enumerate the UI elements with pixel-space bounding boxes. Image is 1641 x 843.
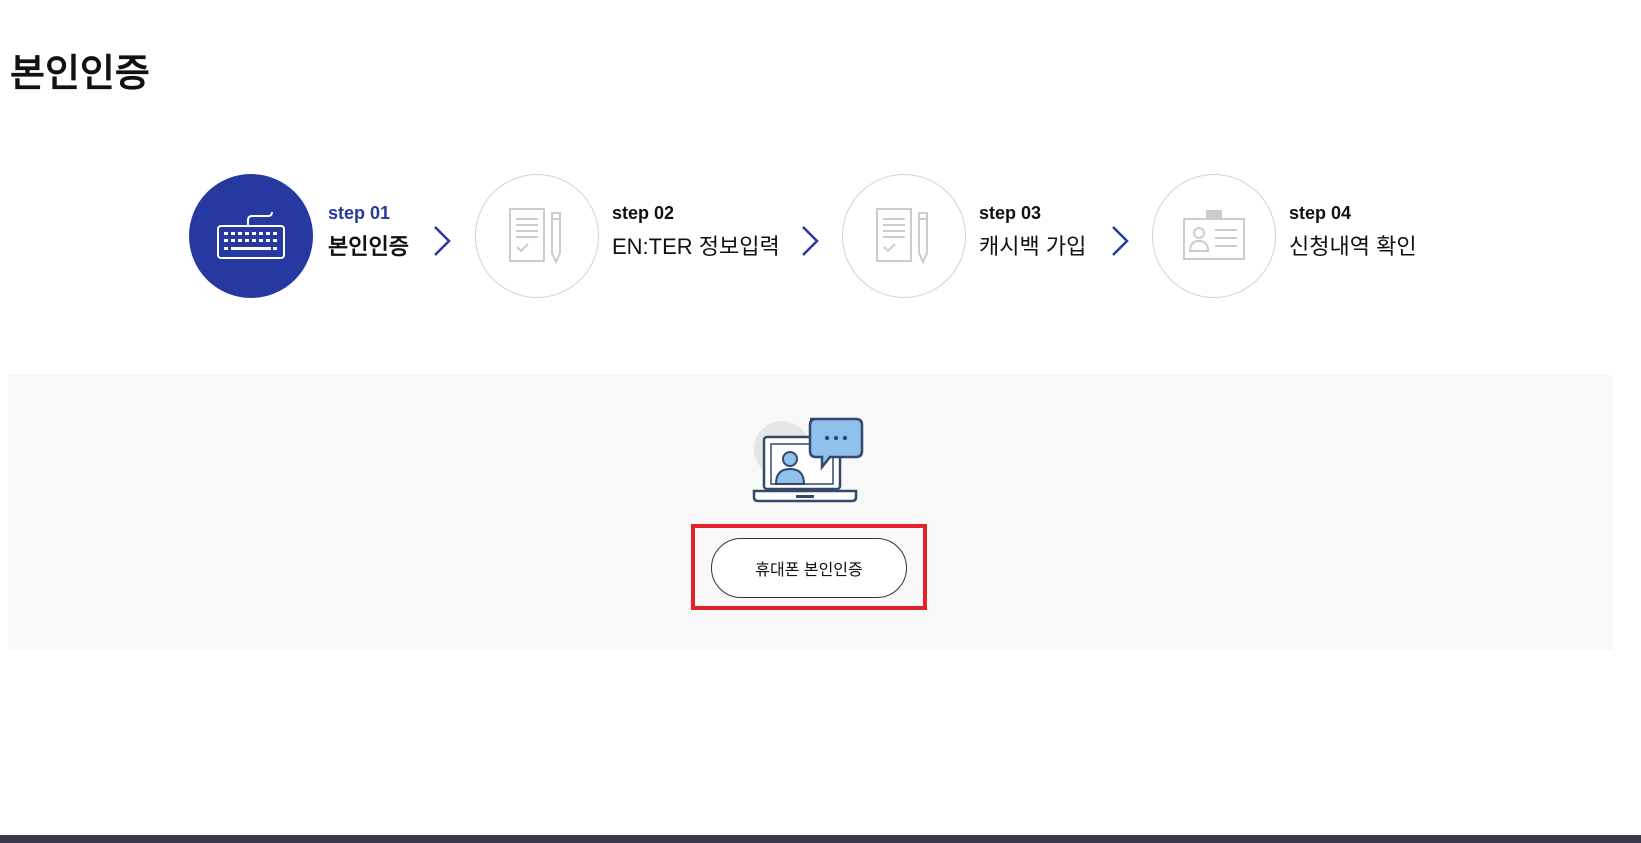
step-3-text: step 03 캐시백 가입 [979, 202, 1086, 264]
step-label: 캐시백 가입 [979, 234, 1087, 259]
step-1-circle [189, 174, 313, 298]
keyboard-icon [217, 212, 285, 259]
page-title: 본인인증 [10, 53, 150, 95]
step-number: step 02 [612, 203, 675, 223]
verification-panel: 휴대폰 본인인증 [8, 375, 1613, 650]
id-card-icon [1183, 210, 1245, 260]
step-1-text: step 01 본인인증 [328, 202, 409, 264]
phone-verify-highlight: 휴대폰 본인인증 [691, 524, 927, 610]
chevron-right-icon [1112, 226, 1129, 256]
chevron-right-icon [434, 226, 451, 256]
step-number: step 01 [328, 203, 391, 223]
step-2-circle [475, 174, 599, 298]
step-4-text: step 04 신청내역 확인 [1289, 202, 1417, 264]
footer-bar [0, 835, 1641, 843]
step-2-text: step 02 EN:TER 정보입력 [612, 202, 780, 264]
step-label: EN:TER 정보입력 [612, 234, 780, 259]
step-number: step 03 [979, 203, 1042, 223]
laptop-chat-icon [752, 417, 864, 503]
document-pencil-icon [509, 208, 561, 265]
step-number: step 04 [1289, 203, 1352, 223]
step-3-circle [842, 174, 966, 298]
step-progress: step 01 본인인증 step 02 EN:TER 정보입력 step 03… [0, 174, 1641, 302]
step-label: 본인인증 [328, 234, 409, 259]
step-label: 신청내역 확인 [1289, 234, 1417, 259]
document-pencil-icon [876, 208, 928, 265]
step-4-circle [1152, 174, 1276, 298]
chevron-right-icon [802, 226, 819, 256]
phone-verify-button[interactable]: 휴대폰 본인인증 [711, 538, 907, 598]
